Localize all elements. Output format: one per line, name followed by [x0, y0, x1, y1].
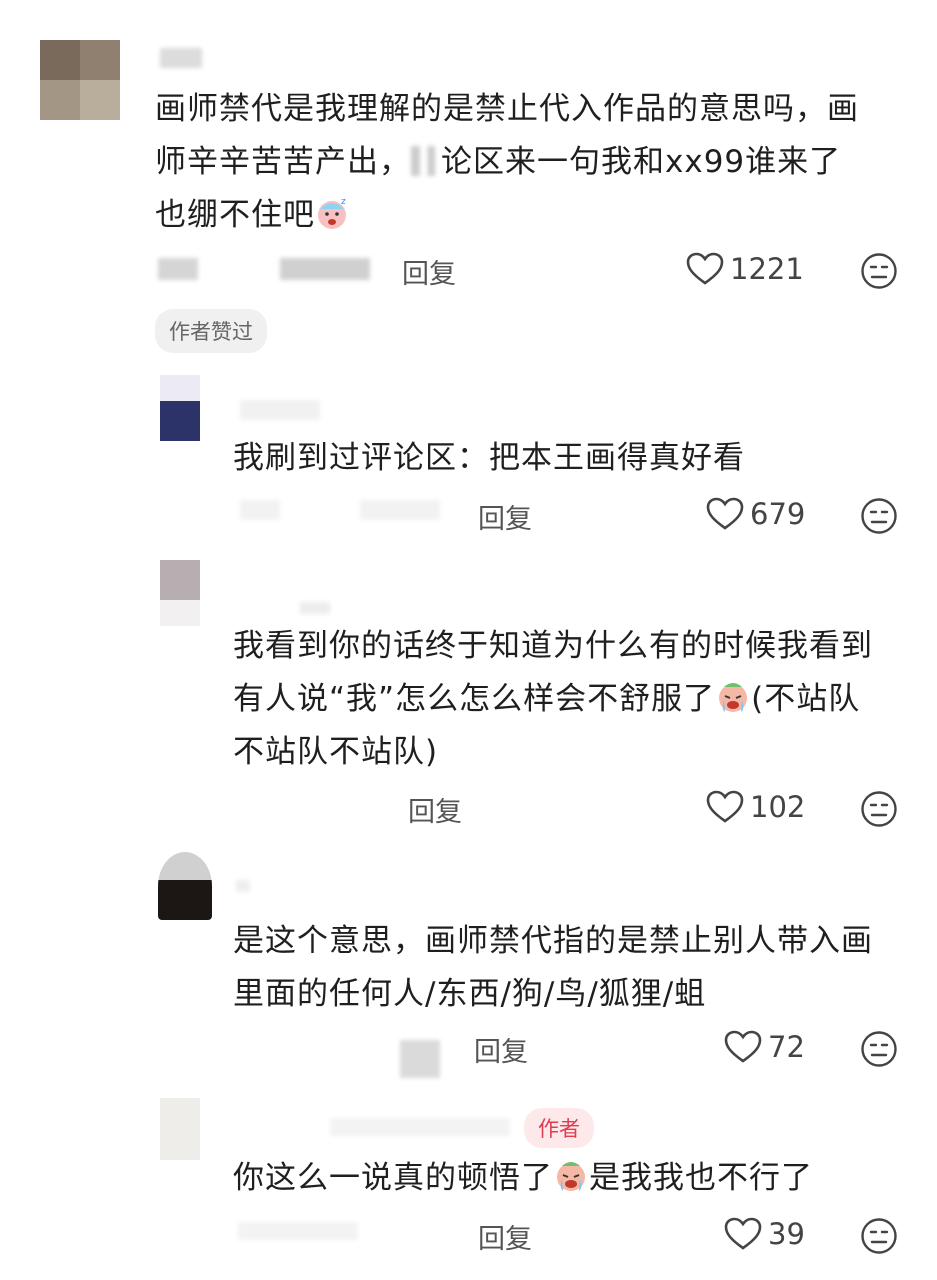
reply-button[interactable]: 回复: [478, 497, 532, 536]
like-count: 1221: [730, 252, 804, 286]
reply-button[interactable]: 回复: [474, 1030, 528, 1069]
sleepy-face-emoji: z: [318, 197, 347, 229]
location-redacted: [400, 1040, 440, 1078]
username-redacted[interactable]: [330, 1118, 510, 1136]
like-count: 102: [750, 790, 806, 824]
avatar[interactable]: [160, 560, 200, 626]
neutral-face-icon[interactable]: [860, 790, 898, 828]
heart-outline-icon: [706, 497, 744, 530]
comment-line: 我看到你的话终于知道为什么有的时候我看到: [233, 628, 873, 664]
comment-line: 你这么一说真的顿悟了 是我我也不行了: [233, 1160, 813, 1196]
like-count: 39: [768, 1217, 805, 1251]
avatar[interactable]: [40, 40, 120, 120]
comment-text: 我刷到过评论区：把本王画得真好看: [233, 440, 745, 476]
neutral-face-icon[interactable]: [860, 252, 898, 290]
timestamp-redacted: [240, 500, 280, 520]
location-redacted: [280, 258, 370, 280]
like-button[interactable]: 72: [724, 1030, 805, 1064]
comment-line: 不站队不站队): [233, 734, 439, 770]
avatar[interactable]: [158, 852, 212, 920]
author-tag: 作者: [524, 1108, 594, 1148]
comment-line: 里面的任何人/东西/狗/鸟/狐狸/蛆: [233, 976, 707, 1012]
neutral-face-icon[interactable]: [860, 1030, 898, 1068]
comment-line: 师辛辛苦苦产出， 论区来一句我和xx99谁来了: [155, 144, 842, 180]
author-liked-chip: 作者赞过: [155, 309, 267, 353]
svg-text:z: z: [341, 197, 347, 207]
neutral-face-icon[interactable]: [860, 497, 898, 535]
username-redacted[interactable]: [300, 602, 330, 614]
comment-text: 画师禁代是我理解的是禁止代入作品的意思吗，画 师辛辛苦苦产出， 论区来一句我和xx…: [155, 83, 915, 242]
timestamp-redacted: [158, 258, 198, 280]
location-redacted: [360, 500, 440, 520]
comment-line: 是这个意思，画师禁代指的是禁止别人带入画: [233, 923, 873, 959]
comment-text: 是这个意思，画师禁代指的是禁止别人带入画 里面的任何人/东西/狗/鸟/狐狸/蛆: [233, 915, 913, 1021]
heart-outline-icon: [706, 790, 744, 823]
username-redacted[interactable]: [236, 880, 250, 892]
reply-button[interactable]: 回复: [478, 1217, 532, 1256]
comment-text: 我看到你的话终于知道为什么有的时候我看到 有人说“我”怎么怎么样会不舒服了 (不…: [233, 620, 913, 779]
like-button[interactable]: 39: [724, 1217, 805, 1251]
like-count: 679: [750, 497, 806, 531]
heart-outline-icon: [724, 1217, 762, 1250]
comment-line: 有人说“我”怎么怎么样会不舒服了 (不站队: [233, 681, 861, 717]
timestamp-redacted: [238, 1222, 358, 1240]
heart-outline-icon: [724, 1030, 762, 1063]
redacted-glyph: [411, 146, 441, 176]
crying-face-emoji: [557, 1162, 585, 1191]
avatar[interactable]: [160, 1098, 200, 1160]
heart-outline-icon: [686, 252, 724, 285]
crying-face-emoji: [719, 683, 748, 712]
reply-button[interactable]: 回复: [402, 252, 456, 291]
avatar[interactable]: [160, 375, 200, 441]
reply-button[interactable]: 回复: [408, 790, 462, 829]
username-redacted[interactable]: [240, 400, 320, 420]
comment-text: 你这么一说真的顿悟了 是我我也不行了: [233, 1152, 913, 1205]
like-button[interactable]: 679: [706, 497, 805, 531]
like-button[interactable]: 1221: [686, 252, 804, 286]
neutral-face-icon[interactable]: [860, 1217, 898, 1255]
comment-line: 画师禁代是我理解的是禁止代入作品的意思吗，画: [155, 91, 859, 127]
username-redacted[interactable]: [160, 48, 202, 68]
comment-line: 也绷不住吧 z: [155, 189, 915, 242]
like-button[interactable]: 102: [706, 790, 805, 824]
like-count: 72: [768, 1030, 805, 1064]
